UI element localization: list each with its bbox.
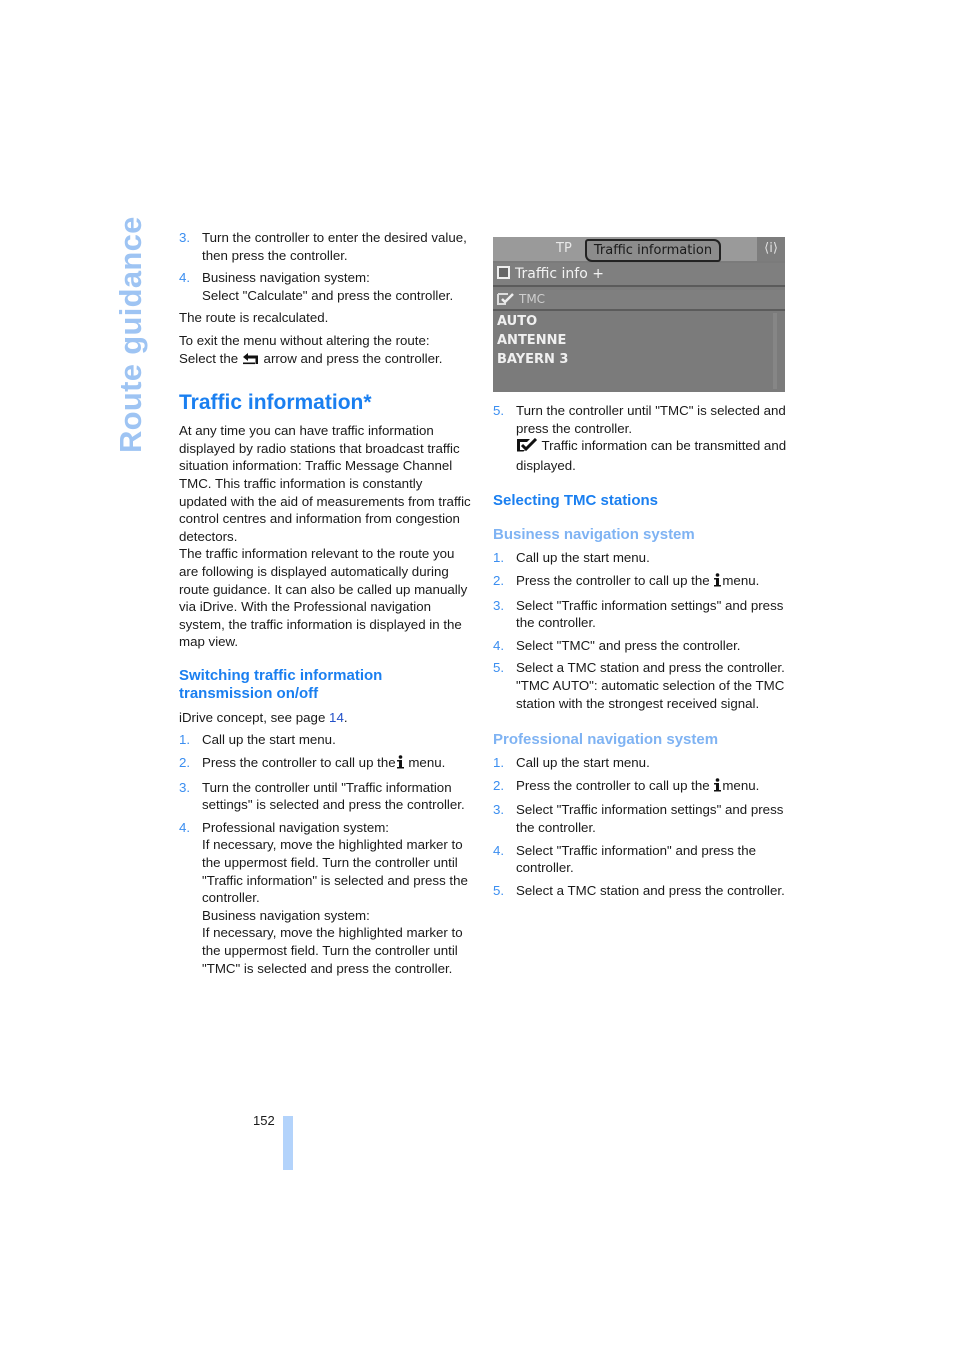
checkbox-checked-icon: [497, 292, 515, 311]
screen-scrollbar: [773, 313, 777, 389]
step-number: 3.: [179, 230, 191, 245]
check-mark-icon: [516, 438, 538, 457]
subsection-heading: Business navigation system: [493, 526, 695, 544]
station-item: AUTO: [497, 314, 538, 329]
list-item: 3. Turn the controller until "Traffic in…: [179, 779, 465, 813]
tab-tp: TP: [556, 241, 572, 256]
list-item: 2. Press the controller to call up the m…: [493, 572, 788, 592]
tmc-row: TMC: [493, 290, 785, 311]
tab-traffic-information: Traffic information: [585, 239, 721, 262]
step-number: 4.: [179, 270, 191, 286]
intro-paragraph: At any time you can have traffic informa…: [179, 423, 471, 544]
section-heading: Selecting TMC stations: [493, 492, 659, 510]
list-item: 4. Professional navigation system: If ne…: [179, 819, 468, 976]
list-item: 3. Select "Traffic information settings"…: [493, 597, 784, 631]
station-list: AUTO ANTENNE BAYERN 3: [497, 312, 568, 369]
idrive-reference: iDrive concept, see page 14.: [179, 709, 348, 725]
page-number: 152: [253, 1113, 275, 1128]
intro-paragraph-2: The traffic information relevant to the …: [179, 546, 468, 650]
exit-text: To exit the menu without altering the ro…: [179, 332, 474, 369]
list-item: 2. Press the controller to call up the m…: [493, 777, 788, 797]
list-item: 5. Turn the controller until "TMC" is se…: [493, 403, 787, 473]
list-item: 1. Call up the start menu.: [493, 755, 650, 771]
station-item: ANTENNE: [497, 333, 567, 348]
list-item: 4. Business navigation system: Select "Ca…: [179, 270, 454, 303]
info-i-icon: [396, 755, 405, 774]
list-item: 2. Press the controller to call up the m…: [179, 754, 474, 774]
recalculated-text: The route is recalculated.: [179, 310, 329, 326]
list-item: 5. Select a TMC station and press the co…: [493, 660, 785, 711]
info-icon: ⟨i⟩: [757, 237, 785, 261]
list-item: 4. Select "Traffic information" and pres…: [493, 842, 757, 876]
list-item: 1. Call up the start menu.: [493, 550, 650, 566]
page-link[interactable]: 14: [329, 710, 344, 725]
checkbox-empty-icon: [497, 266, 510, 279]
list-item: 3. Turn the controller to enter the desi…: [179, 230, 467, 263]
right-column: 5. Turn the controller until "TMC" is se…: [493, 402, 788, 899]
back-arrow-icon: [242, 352, 260, 370]
list-item: 4. Select "TMC" and press the controller…: [493, 637, 741, 653]
station-item: BAYERN 3: [497, 352, 569, 367]
screen-tab-bar: TP Traffic information ⟨i⟩: [493, 237, 785, 262]
left-column: 3. Turn the controller to enter the desi…: [179, 229, 474, 977]
traffic-info-plus-row: Traffic info +: [493, 263, 785, 287]
info-i-icon: [713, 573, 722, 592]
chapter-title: Route guidance: [113, 216, 148, 453]
subsection-heading: Switching traffic information transmissi…: [179, 666, 383, 702]
idrive-screen-image: TP Traffic information ⟨i⟩ Traffic info …: [493, 237, 785, 392]
list-item: 3. Select "Traffic information settings"…: [493, 802, 784, 835]
page-marker-bar: [283, 1116, 293, 1170]
list-item: 1. Call up the start menu.: [179, 732, 336, 748]
list-item: 5. Select a TMC station and press the co…: [493, 882, 785, 898]
info-i-icon: [713, 777, 722, 797]
section-heading: Traffic information*: [179, 391, 372, 415]
subsection-heading: Professional navigation system: [493, 731, 719, 749]
